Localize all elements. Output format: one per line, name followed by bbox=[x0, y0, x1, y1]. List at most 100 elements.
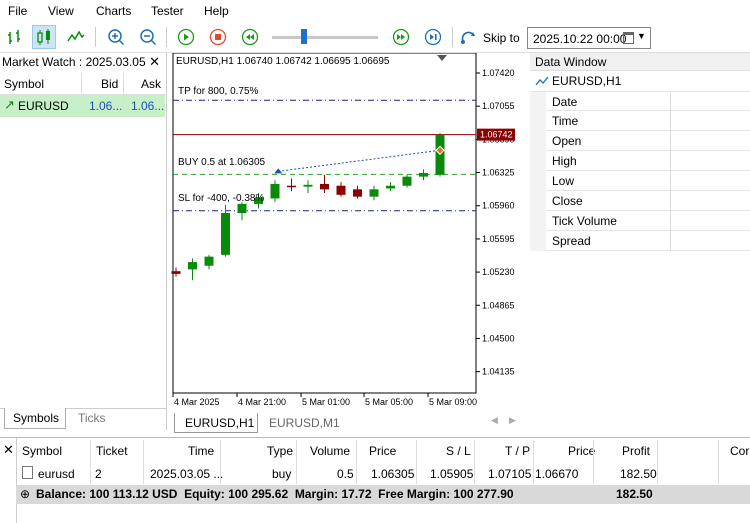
tab-symbols-label: Symbols bbox=[13, 411, 60, 425]
play-button[interactable] bbox=[174, 25, 198, 49]
trade-column-header[interactable]: Time bbox=[188, 444, 214, 458]
position-icon bbox=[22, 466, 33, 479]
trade-column-header[interactable]: Profit bbox=[622, 444, 650, 458]
candle-body bbox=[386, 185, 395, 189]
row-gutter bbox=[530, 231, 546, 251]
data-window-row: Tick Volume bbox=[530, 211, 750, 231]
menu-view[interactable]: View bbox=[48, 4, 74, 18]
trade-column-header[interactable]: S / L bbox=[446, 444, 471, 458]
market-watch-row-eurusd[interactable]: ↗ EURUSD 1.06... 1.06... bbox=[0, 95, 165, 117]
price-tick-label: 1.05960 bbox=[482, 201, 515, 211]
rewind-button[interactable] bbox=[238, 25, 262, 49]
candle-body bbox=[188, 262, 197, 270]
stop-button[interactable] bbox=[206, 25, 230, 49]
bar-chart-button[interactable] bbox=[3, 25, 27, 49]
candle-body bbox=[419, 173, 428, 177]
buy-label: BUY 0.5 at 1.06305 bbox=[178, 157, 266, 168]
data-window-row-label: Date bbox=[552, 95, 578, 109]
balance-summary: Balance: 100 113.12 USD Equity: 100 295.… bbox=[36, 487, 514, 501]
tab-eurusd-h1-label: EURUSD,H1 bbox=[185, 416, 255, 430]
current-price-label: 1.06742 bbox=[480, 130, 513, 140]
candle-body bbox=[402, 176, 412, 186]
data-window-row-label: Open bbox=[552, 134, 582, 148]
sl-label: SL for -400, -0.38% bbox=[178, 193, 265, 204]
calendar-icon[interactable] bbox=[623, 32, 634, 44]
toolbar: Skip to 2025.10.22 00:00 ▼ bbox=[0, 21, 750, 53]
data-window-row: Open bbox=[530, 131, 750, 151]
zoom-out-icon bbox=[140, 29, 157, 46]
speed-slider-thumb[interactable] bbox=[301, 29, 307, 44]
fast-forward-button[interactable] bbox=[389, 25, 413, 49]
price-tick-label: 1.07420 bbox=[482, 68, 515, 78]
data-window-row: Spread bbox=[530, 231, 750, 251]
data-window-titlebar: Data Window bbox=[530, 53, 750, 71]
line-chart-button[interactable] bbox=[64, 25, 88, 49]
column-symbol[interactable]: Symbol bbox=[4, 77, 44, 91]
balance-row: ⊕ Balance: 100 113.12 USD Equity: 100 29… bbox=[16, 485, 750, 504]
chart-window[interactable]: 1.074201.070551.066901.063251.059601.055… bbox=[171, 52, 528, 433]
tab-eurusd-h1[interactable]: EURUSD,H1 bbox=[174, 413, 258, 433]
menu-tester[interactable]: Tester bbox=[151, 4, 184, 18]
trade-column-header[interactable]: Cor bbox=[730, 444, 749, 458]
candle-body bbox=[204, 256, 214, 266]
toolbar-separator bbox=[452, 27, 453, 47]
trade-cell: 2 bbox=[95, 467, 102, 481]
close-icon[interactable]: ✕ bbox=[3, 442, 14, 458]
tab-eurusd-m1[interactable]: EURUSD,M1 bbox=[269, 416, 340, 430]
trade-column-header[interactable]: Type bbox=[267, 444, 293, 458]
data-window-row-label: Spread bbox=[552, 234, 591, 248]
skip-to-date-field[interactable]: 2025.10.22 00:00 ▼ bbox=[527, 27, 651, 49]
toolbar-separator bbox=[95, 27, 96, 47]
menu-file[interactable]: File bbox=[8, 4, 27, 18]
data-window-symbol-row: EURUSD,H1 bbox=[530, 71, 750, 91]
trade-column-header[interactable]: Ticket bbox=[96, 444, 128, 458]
zoom-in-button[interactable] bbox=[104, 25, 128, 49]
price-tick-label: 1.04865 bbox=[482, 300, 515, 310]
column-divider bbox=[670, 211, 671, 231]
market-watch-tabs: Symbols Ticks bbox=[0, 408, 167, 430]
stop-icon bbox=[209, 28, 227, 46]
candlestick-button[interactable] bbox=[32, 25, 56, 49]
candle-body bbox=[270, 183, 280, 199]
column-divider bbox=[670, 231, 671, 251]
zoom-out-button[interactable] bbox=[136, 25, 160, 49]
ask-value: 1.06... bbox=[131, 99, 165, 113]
trade-column-header[interactable]: Volume bbox=[310, 444, 350, 458]
tabs-scroll-right-icon[interactable]: ▶ bbox=[509, 415, 516, 426]
trade-column-header[interactable]: Price bbox=[369, 444, 396, 458]
candle-body bbox=[171, 271, 181, 274]
trade-cell: buy bbox=[272, 467, 292, 481]
column-bid[interactable]: Bid bbox=[101, 77, 118, 91]
expand-icon[interactable]: ⊕ bbox=[20, 487, 30, 501]
time-tick-label: 4 Mar 21:00 bbox=[238, 397, 286, 407]
row-gutter bbox=[530, 171, 546, 191]
tabs-scroll-left-icon[interactable]: ◀ bbox=[491, 415, 498, 426]
candle-body bbox=[353, 189, 362, 197]
chevron-down-icon[interactable]: ▼ bbox=[637, 31, 646, 41]
speed-slider[interactable] bbox=[272, 36, 378, 39]
time-tick-label: 4 Mar 2025 bbox=[174, 397, 220, 407]
close-icon[interactable]: ✕ bbox=[149, 54, 160, 70]
price-tick-label: 1.07055 bbox=[482, 101, 515, 111]
trade-cell: 0.5 bbox=[337, 467, 354, 481]
column-divider bbox=[90, 440, 91, 484]
step-forward-button[interactable] bbox=[421, 25, 445, 49]
tab-symbols[interactable]: Symbols bbox=[4, 408, 66, 429]
skip-to-label[interactable]: Skip to bbox=[483, 31, 520, 45]
trade-column-header[interactable]: T / P bbox=[505, 444, 530, 458]
row-gutter bbox=[530, 111, 546, 131]
column-ask[interactable]: Ask bbox=[141, 77, 161, 91]
candle-body bbox=[237, 203, 247, 213]
column-divider bbox=[670, 92, 671, 112]
skip-to-icon-button[interactable] bbox=[458, 25, 482, 49]
trade-panel: ✕ Symbol Ticket Time Type Volume Price S / L T … bbox=[0, 437, 750, 523]
menu-help[interactable]: Help bbox=[204, 4, 229, 18]
candlestick-icon bbox=[37, 29, 50, 45]
trade-column-header[interactable]: Price bbox=[568, 444, 595, 458]
data-window-row: Close bbox=[530, 191, 750, 211]
data-window-row-label: Tick Volume bbox=[552, 214, 617, 228]
tab-ticks[interactable]: Ticks bbox=[78, 411, 106, 425]
price-chart[interactable]: 1.074201.070551.066901.063251.059601.055… bbox=[171, 52, 528, 413]
trade-column-header[interactable]: Symbol bbox=[22, 444, 62, 458]
menu-charts[interactable]: Charts bbox=[96, 4, 131, 18]
